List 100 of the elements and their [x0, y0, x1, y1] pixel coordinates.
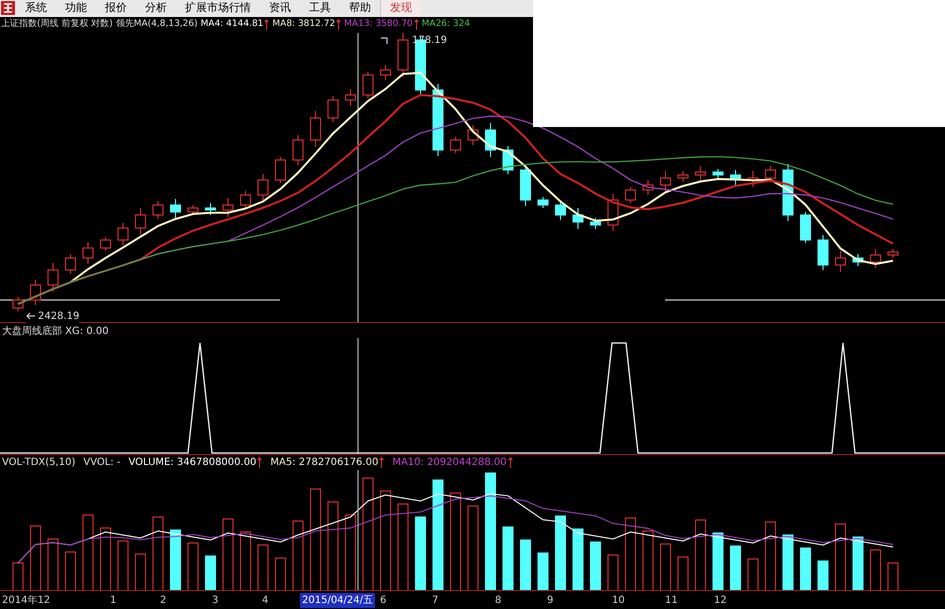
candlestick	[328, 95, 338, 122]
candlestick	[12, 296, 24, 312]
volume-bar	[275, 558, 286, 590]
candlestick	[468, 124, 478, 146]
candlestick	[170, 198, 181, 218]
menu-item[interactable]: 资讯	[260, 0, 300, 17]
indicator-value: VVOL: -	[83, 456, 120, 470]
candlestick	[362, 71, 374, 98]
menu-item[interactable]: 分析	[136, 0, 176, 17]
menu-item[interactable]: 发现	[380, 0, 421, 17]
ma-value: MA13: 3580.70	[344, 18, 413, 31]
candlestick	[345, 88, 356, 106]
candlestick	[572, 207, 584, 230]
candlestick	[188, 204, 198, 216]
axis-label: 4	[262, 594, 268, 608]
up-arrow-icon	[414, 19, 419, 30]
volume-bar	[782, 534, 794, 590]
volume-bar	[730, 546, 741, 590]
candlestick	[398, 32, 408, 78]
candlestick	[870, 248, 881, 268]
axis-label: 8	[495, 594, 502, 608]
volume-bar	[608, 554, 618, 590]
candlestick	[678, 170, 688, 182]
candlestick	[818, 234, 828, 270]
candlestick	[695, 165, 706, 182]
axis-label: 2014年12	[2, 594, 50, 608]
menu-item[interactable]: 功能	[56, 0, 96, 17]
volume-bar	[258, 544, 268, 590]
ma-value: MA4: 4144.81	[200, 18, 264, 31]
candlestick	[800, 211, 811, 244]
candlestick	[502, 145, 514, 174]
candlestick	[292, 134, 304, 166]
volume-bar	[48, 538, 58, 590]
up-arrow-icon	[379, 457, 384, 468]
ma-value: VOLUME: 3467808000.00	[128, 456, 256, 470]
volume-bar	[170, 530, 181, 590]
indicator-name: VOL-TDX(5,10)	[2, 456, 76, 470]
volume-bar	[695, 520, 706, 590]
candlestick	[65, 253, 76, 274]
volume-bar	[852, 536, 864, 590]
volume-bar	[520, 540, 531, 590]
volume-bar	[748, 558, 758, 590]
volume-bar	[292, 520, 304, 590]
candlestick	[135, 207, 146, 236]
axis-label: 3	[212, 594, 218, 608]
candlestick	[835, 250, 846, 272]
volume-bar	[205, 556, 216, 590]
volume-bar	[30, 526, 41, 590]
menu-item[interactable]: 系统	[16, 0, 56, 17]
menu-item[interactable]: 扩展市场行情	[176, 0, 260, 17]
candlestick	[380, 64, 391, 80]
indicator-name: 领先MA(4,8,13,26)	[116, 18, 198, 31]
volume-bar	[502, 526, 514, 590]
candlestick	[852, 253, 864, 266]
axis-label: 2	[160, 594, 166, 608]
chart-title: 上证指数(周线 前复权 对数)	[1, 18, 113, 31]
candlestick	[765, 165, 776, 182]
indicator-label: 大盘周线底部 XG: 0.00	[1, 324, 110, 338]
menu-item[interactable]: 帮助	[340, 0, 380, 17]
candlestick	[555, 199, 566, 220]
volume-bar	[538, 552, 548, 590]
axis-label: 2015/04/24/五	[300, 593, 376, 608]
volume-bar	[222, 518, 234, 590]
volume-bar	[65, 552, 76, 590]
volume-bar	[240, 532, 251, 590]
volume-bar	[12, 562, 24, 590]
candlestick	[275, 156, 286, 184]
app-logo-icon	[0, 0, 16, 16]
axis-label: 10	[612, 594, 625, 608]
axis-label: 9	[547, 594, 554, 608]
volume-bar	[765, 522, 776, 590]
ma-value: MA5: 2782706176.00	[270, 456, 378, 470]
candlestick	[485, 122, 496, 158]
up-arrow-icon	[336, 19, 342, 30]
volume-bar	[870, 550, 881, 590]
candlestick	[82, 241, 94, 264]
volume-bar	[590, 542, 601, 590]
candlestick	[748, 170, 758, 188]
candlestick	[118, 222, 128, 246]
up-arrow-icon	[508, 457, 513, 468]
up-arrow-icon	[264, 19, 270, 30]
axis-label: 12	[714, 594, 727, 608]
candlestick	[258, 173, 268, 202]
left-arrow-icon	[26, 312, 36, 320]
candlestick	[222, 197, 234, 218]
candlestick	[520, 163, 531, 206]
volume-bar	[818, 560, 828, 590]
axis-label: 7	[432, 594, 438, 608]
menu-item[interactable]: 报价	[96, 0, 136, 17]
axis-label: 6	[380, 594, 386, 608]
axis-label: 1	[110, 594, 116, 608]
candlestick	[48, 262, 58, 292]
pointer-icon	[380, 36, 388, 45]
candlestick	[625, 186, 636, 204]
candlestick	[642, 179, 654, 196]
volume-bar	[572, 528, 584, 590]
volume-bar	[135, 554, 146, 590]
candlestick	[730, 169, 741, 186]
volume-bar	[835, 524, 846, 590]
menu-item[interactable]: 工具	[300, 0, 340, 17]
